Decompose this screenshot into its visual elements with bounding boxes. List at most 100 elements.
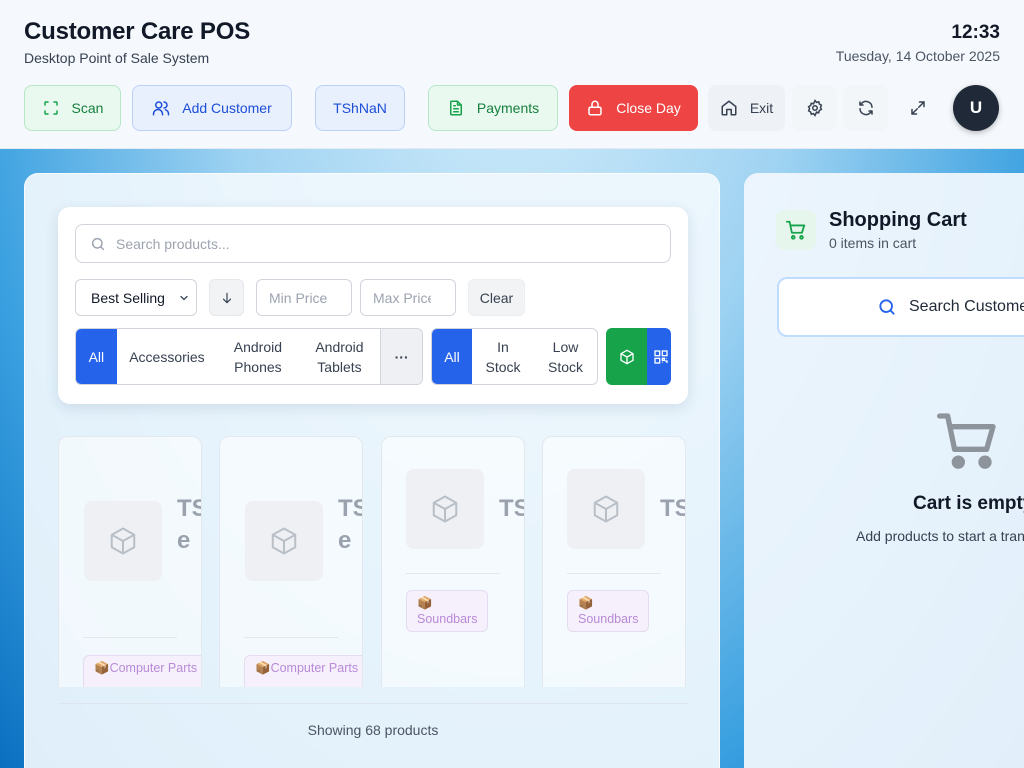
sort-value: Best Selling: [91, 289, 165, 306]
sort-select[interactable]: Best Selling: [75, 279, 197, 316]
clock-time: 12:33: [951, 22, 1000, 43]
lock-icon: [588, 100, 602, 116]
product-image: [406, 469, 484, 549]
max-price-input[interactable]: Max Price: [360, 279, 456, 316]
settings-button[interactable]: [792, 85, 837, 131]
refresh-icon: [858, 100, 873, 116]
product-divider: [406, 573, 500, 574]
chevron-down-icon: [180, 295, 188, 300]
scan-icon: [43, 101, 58, 115]
product-category-label: Soundbars: [417, 612, 478, 626]
stock-all[interactable]: All: [432, 329, 472, 384]
expand-icon: [910, 101, 925, 115]
customer-search-label: Search Customer: [909, 298, 1024, 315]
stock-filter: All In Stock Low Stock: [431, 328, 598, 385]
product-category-label: Computer Parts: [270, 661, 359, 675]
home-icon: [721, 100, 737, 116]
product-name: TS 90: [660, 495, 685, 522]
min-price-input[interactable]: Min Price: [256, 279, 352, 316]
payments-label: Payments: [476, 100, 540, 116]
search-icon: [91, 237, 105, 250]
product-image: [567, 469, 645, 549]
product-name: TS No pr se: [177, 495, 201, 554]
product-card[interactable]: TS 18 📦Soundbars: [381, 436, 525, 687]
add-customer-label: Add Customer: [182, 100, 272, 116]
shopping-cart-icon: [785, 220, 806, 240]
product-card[interactable]: TS No pr se 📦Computer Parts: [58, 436, 202, 687]
cart-icon-box: [776, 210, 816, 250]
users-icon: [153, 101, 170, 116]
fullscreen-button[interactable]: [895, 85, 940, 131]
product-divider: [567, 573, 661, 574]
sort-direction-button[interactable]: [209, 279, 244, 316]
product-category-label: Computer Parts: [109, 661, 198, 675]
scan-button[interactable]: Scan: [24, 85, 121, 131]
product-image: [245, 501, 323, 581]
category-android-phones[interactable]: Android Phones: [217, 329, 299, 384]
box-icon: [619, 349, 634, 364]
product-category-tag: 📦 Soundbars: [567, 590, 650, 632]
add-customer-button[interactable]: Add Customer: [132, 85, 292, 131]
product-name: TS 18: [499, 495, 524, 522]
grid-footer-divider: [58, 703, 688, 704]
max-price-placeholder: Max Price: [373, 289, 431, 306]
empty-cart-subtitle: Add products to start a transaction: [856, 528, 1024, 544]
stock-in-stock[interactable]: In Stock: [472, 329, 534, 384]
category-accessories[interactable]: Accessories: [117, 329, 217, 384]
product-count-text: Showing 68 products: [307, 722, 439, 738]
app-title: Customer Care POS: [24, 18, 251, 45]
product-divider: [83, 637, 177, 638]
exit-button[interactable]: Exit: [708, 85, 785, 131]
product-category-tag: 📦 Soundbars: [406, 590, 489, 632]
cart-panel: Shopping Cart 0 items in cart Search Cus…: [744, 173, 1024, 768]
user-avatar[interactable]: U: [953, 85, 999, 131]
filter-card: Search products... Best Selling Min Pric…: [58, 207, 688, 404]
stock-low-stock[interactable]: Low Stock: [534, 329, 597, 384]
close-day-label: Close Day: [616, 100, 681, 116]
more-categories-button[interactable]: ···: [380, 329, 422, 384]
cart-item-count: 0 items in cart: [829, 235, 917, 251]
product-grid: TS No pr se 📦Computer Parts TS No pr se …: [58, 436, 688, 687]
box-icon: [432, 495, 458, 523]
qr-code-icon: [654, 349, 668, 364]
search-icon: [879, 299, 895, 315]
empty-cart-title: Cart is empty: [913, 493, 1024, 514]
cart-title: Shopping Cart: [829, 209, 967, 231]
product-name: TS No pr se: [338, 495, 362, 554]
box-icon: [271, 527, 297, 555]
app-header: Customer Care POS Desktop Point of Sale …: [0, 0, 1024, 149]
category-all[interactable]: All: [76, 329, 117, 384]
close-day-button[interactable]: Close Day: [569, 85, 698, 131]
box-icon: [110, 527, 136, 555]
app-subtitle: Desktop Point of Sale System: [24, 50, 210, 66]
payments-button[interactable]: Payments: [428, 85, 558, 131]
gear-icon: [807, 99, 822, 117]
product-category-label: Soundbars: [578, 612, 639, 626]
current-date: Tuesday, 14 October 2025: [835, 48, 1000, 64]
product-search-input[interactable]: Search products...: [75, 224, 671, 263]
view-mode-toggle: [606, 328, 671, 385]
user-code-label: TShNaN: [333, 100, 387, 116]
product-divider: [244, 637, 338, 638]
exit-label: Exit: [749, 100, 774, 116]
product-category-tag: 📦Computer Parts: [244, 655, 362, 687]
product-category-tag: 📦Computer Parts: [83, 655, 201, 687]
product-panel: Search products... Best Selling Min Pric…: [24, 173, 720, 768]
category-filter: All Accessories Android Phones Android T…: [75, 328, 423, 385]
customer-search-button[interactable]: Search Customer: [777, 277, 1024, 337]
product-search-placeholder: Search products...: [116, 235, 230, 252]
document-icon: [449, 100, 462, 116]
qr-view-button[interactable]: [647, 328, 671, 385]
category-android-tablets[interactable]: Android Tablets: [299, 329, 381, 384]
user-code-button[interactable]: TShNaN: [315, 85, 405, 131]
product-image: [84, 501, 162, 581]
product-card[interactable]: TS 90 📦Soundbars: [542, 436, 686, 687]
box-icon: [593, 495, 619, 523]
scan-label: Scan: [71, 100, 104, 116]
empty-cart-icon: [937, 413, 996, 469]
arrow-down-icon: [222, 292, 231, 303]
product-card[interactable]: TS No pr se 📦Computer Parts: [219, 436, 363, 687]
box-view-button[interactable]: [606, 328, 647, 385]
clear-filters-button[interactable]: Clear: [468, 279, 525, 316]
refresh-button[interactable]: [843, 85, 888, 131]
